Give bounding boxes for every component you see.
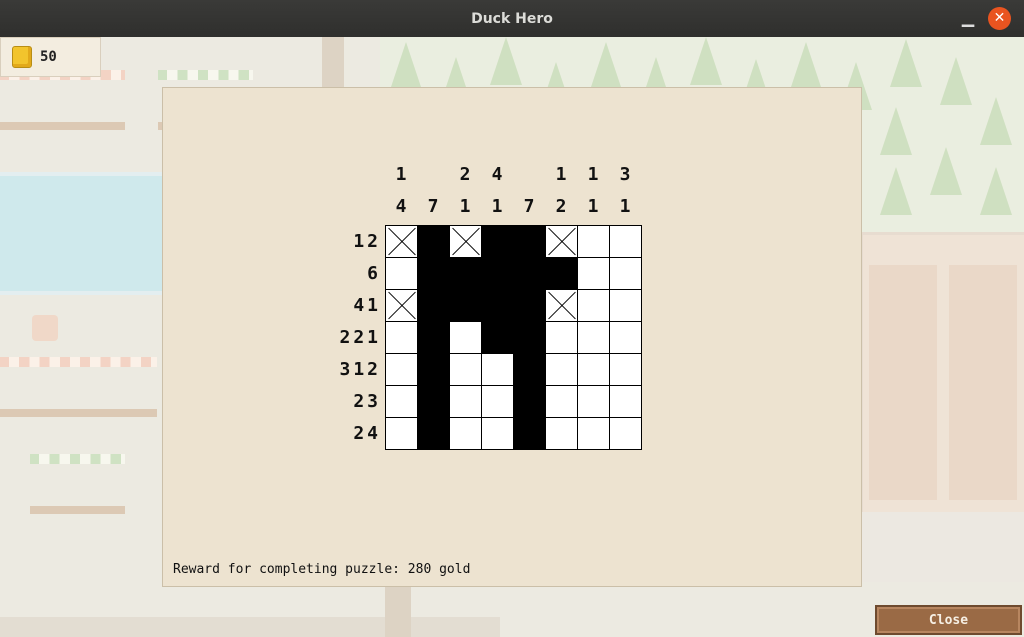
row-clue: 6 [367, 263, 381, 284]
puzzle-cell[interactable] [513, 417, 546, 450]
puzzle-cell[interactable] [481, 321, 514, 354]
puzzle-cell[interactable] [577, 321, 610, 354]
market-stall [30, 454, 125, 524]
gold-counter: 50 [0, 37, 101, 77]
column-clue-number: 1 [459, 196, 471, 217]
lawn [860, 512, 1024, 582]
puzzle-cell[interactable] [577, 289, 610, 322]
puzzle-cell[interactable] [513, 225, 546, 258]
puzzle-cell[interactable] [545, 321, 578, 354]
window-title: Duck Hero [471, 10, 553, 27]
row-clue: 41 [353, 295, 381, 316]
puzzle-cell[interactable] [609, 353, 642, 386]
puzzle-cell[interactable] [449, 257, 482, 290]
market-stall [0, 70, 125, 140]
puzzle-cell[interactable] [481, 257, 514, 290]
puzzle-cell[interactable] [481, 353, 514, 386]
puzzle-cell[interactable] [481, 417, 514, 450]
puzzle-cell[interactable] [577, 257, 610, 290]
market-stall [0, 357, 157, 427]
puzzle-cell[interactable] [577, 385, 610, 418]
nonogram-puzzle-panel: 14721417121131 12 6 41 221 312 23 24 Reward fo… [162, 87, 862, 587]
row-clue: 12 [353, 231, 381, 252]
puzzle-cell[interactable] [609, 225, 642, 258]
puzzle-cell[interactable] [417, 321, 450, 354]
puzzle-cell[interactable] [609, 417, 642, 450]
row-clue: 23 [353, 391, 381, 412]
column-clue-number: 3 [619, 164, 631, 185]
title-bar: Duck Hero ▁ ✕ [0, 0, 1024, 37]
column-clue-number: 1 [491, 196, 503, 217]
puzzle-cell[interactable] [545, 385, 578, 418]
puzzle-cell[interactable] [545, 353, 578, 386]
puzzle-cell[interactable] [417, 257, 450, 290]
puzzle-cell[interactable] [545, 257, 578, 290]
puzzle-cell[interactable] [577, 225, 610, 258]
puzzle-cell[interactable] [385, 321, 418, 354]
puzzle-cell[interactable] [449, 353, 482, 386]
column-clue-number: 2 [459, 164, 471, 185]
reward-text: Reward for completing puzzle: 280 gold [173, 562, 471, 577]
puzzle-cell[interactable] [385, 385, 418, 418]
column-clue-number: 7 [427, 196, 439, 217]
puzzle-cell[interactable] [449, 321, 482, 354]
puzzle-cell[interactable] [481, 385, 514, 418]
puzzle-cell[interactable] [449, 289, 482, 322]
puzzle-cell[interactable] [545, 289, 578, 322]
puzzle-cell[interactable] [417, 353, 450, 386]
dirt-path [322, 37, 344, 92]
puzzle-cell[interactable] [417, 385, 450, 418]
puzzle-cell[interactable] [577, 353, 610, 386]
close-window-icon[interactable]: ✕ [988, 7, 1011, 30]
row-clue: 24 [353, 423, 381, 444]
column-clue-number: 1 [395, 164, 407, 185]
puzzle-cell[interactable] [385, 257, 418, 290]
dirt-path [385, 585, 411, 637]
column-clue-number: 1 [555, 164, 567, 185]
puzzle-cell[interactable] [385, 289, 418, 322]
dirt-path [0, 617, 500, 637]
puzzle-cell[interactable] [513, 385, 546, 418]
puzzle-cell[interactable] [545, 225, 578, 258]
puzzle-cell[interactable] [449, 385, 482, 418]
puzzle-cell[interactable] [513, 257, 546, 290]
puzzle-cell[interactable] [513, 353, 546, 386]
column-clue-number: 4 [395, 196, 407, 217]
pond [0, 172, 165, 295]
column-clue-number: 1 [587, 164, 599, 185]
villager-sprite [32, 315, 58, 341]
minimize-icon[interactable]: ▁ [958, 8, 978, 28]
puzzle-grid [385, 225, 642, 450]
close-button[interactable]: Close [875, 605, 1022, 635]
puzzle-cell[interactable] [513, 321, 546, 354]
puzzle-cell[interactable] [577, 417, 610, 450]
puzzle-cell[interactable] [449, 225, 482, 258]
puzzle-cell[interactable] [513, 289, 546, 322]
row-clue: 221 [339, 327, 381, 348]
puzzle-cell[interactable] [417, 289, 450, 322]
column-clue-number: 4 [491, 164, 503, 185]
column-clue-number: 1 [587, 196, 599, 217]
puzzle-cell[interactable] [385, 225, 418, 258]
row-clue: 312 [339, 359, 381, 380]
puzzle-cell[interactable] [545, 417, 578, 450]
building [860, 232, 1024, 518]
puzzle-cell[interactable] [417, 225, 450, 258]
puzzle-cell[interactable] [481, 289, 514, 322]
puzzle-cell[interactable] [609, 257, 642, 290]
gold-amount: 50 [40, 49, 57, 65]
column-clue-number: 7 [523, 196, 535, 217]
column-clue-number: 1 [619, 196, 631, 217]
gold-coin-icon [12, 46, 32, 68]
puzzle-cell[interactable] [417, 417, 450, 450]
puzzle-cell[interactable] [449, 417, 482, 450]
puzzle-cell[interactable] [385, 353, 418, 386]
puzzle-cell[interactable] [481, 225, 514, 258]
puzzle-cell[interactable] [385, 417, 418, 450]
column-clue-number: 2 [555, 196, 567, 217]
puzzle-cell[interactable] [609, 385, 642, 418]
puzzle-cell[interactable] [609, 321, 642, 354]
puzzle-cell[interactable] [609, 289, 642, 322]
